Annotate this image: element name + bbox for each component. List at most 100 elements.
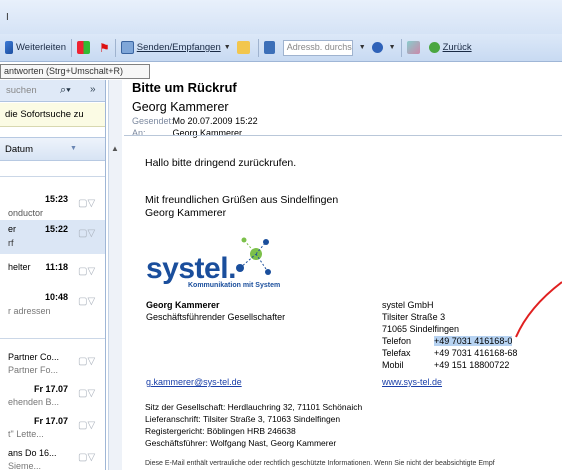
sig-city: 71065 Sindelfingen — [382, 324, 460, 334]
mail-sender: ans Do 16... — [8, 448, 57, 458]
address-book-icon — [263, 41, 275, 54]
to-value[interactable]: Georg Kammerer — [173, 128, 243, 138]
toolbar-separator — [400, 38, 402, 57]
scroll-up-icon[interactable]: ▲ — [111, 144, 119, 153]
list-scrollbar[interactable]: ▲ — [108, 80, 122, 470]
follow-up-flag-icon[interactable]: ▢▽ — [78, 228, 95, 239]
addin-button[interactable] — [404, 37, 426, 59]
list-item[interactable]: Fr 17.07 t" Lette... ▢▽ — [0, 414, 105, 444]
mail-time: Fr 17.07 — [33, 384, 68, 394]
back-button[interactable]: Zurück — [426, 37, 475, 59]
follow-up-flag-icon[interactable]: ▢▽ — [78, 198, 95, 209]
instant-search-bar: suchen ⌕▾ » — [0, 80, 105, 102]
chevron-down-icon: ▼ — [388, 44, 396, 51]
addin-icon — [406, 41, 420, 54]
main-toolbar: Weiterleiten ⚑ Senden/Empfangen ▼ Adress… — [0, 34, 562, 62]
sent-value: Mo 20.07.2009 15:22 — [172, 116, 258, 126]
list-item[interactable]: 10:48 r adressen ▢▽ — [0, 288, 105, 324]
red-flag-icon: ⚑ — [99, 40, 110, 55]
to-label: An: — [132, 128, 146, 138]
chevron-down-icon: ▼ — [358, 44, 366, 51]
mail-sender: Partner Co... — [8, 352, 60, 362]
categories-icon — [77, 41, 90, 54]
address-search-dropdown[interactable]: ▼ — [353, 37, 369, 59]
sig-phone-value[interactable]: +49 7031 416168-0 — [434, 336, 513, 346]
follow-up-flag-icon[interactable]: ▢▽ — [78, 388, 95, 399]
search-icon[interactable]: ⌕▾ — [60, 84, 71, 97]
list-item-selected[interactable]: er 15:22 rf ▢▽ — [0, 220, 105, 254]
message-list-pane: suchen ⌕▾ » die Sofortsuche zu Datum ▼ 1… — [0, 80, 106, 470]
mail-preview: onductor — [8, 208, 44, 218]
expand-query-builder-icon[interactable]: » — [90, 84, 96, 95]
column-date-label: Datum — [5, 144, 33, 155]
follow-up-flag-button[interactable]: ⚑ — [96, 37, 113, 59]
sig-fax-value: +49 7031 416168-68 — [434, 348, 518, 358]
help-icon — [371, 42, 383, 53]
instant-search-input[interactable]: suchen — [6, 85, 37, 96]
mail-time: 15:23 — [44, 194, 68, 204]
follow-up-flag-icon[interactable]: ▢▽ — [78, 296, 95, 307]
closing-name: Georg Kammerer — [145, 207, 227, 219]
sig-email-link[interactable]: g.kammerer@sys-tel.de — [146, 377, 242, 387]
list-item[interactable]: helter 11:18 ▢▽ — [0, 260, 105, 286]
group-divider — [0, 338, 105, 339]
legal-delivery: Lieferanschrift: Tilsiter Straße 3, 7106… — [145, 414, 341, 424]
send-receive-button[interactable]: Senden/Empfangen ▼ — [118, 37, 234, 59]
mail-preview: ehenden B... — [8, 397, 60, 407]
systel-logo-claim: Kommunikation mit System — [188, 282, 281, 289]
sig-name: Georg Kammerer — [146, 300, 220, 310]
sig-street: Tilsiter Straße 3 — [382, 312, 446, 322]
disclaimer-text: Diese E-Mail enthält vertrauliche oder r… — [145, 460, 495, 467]
mail-preview: Sieme... — [8, 461, 42, 470]
sig-company: systel GmbH — [382, 300, 434, 310]
group-divider — [0, 176, 105, 177]
top-toolbar: I — [0, 0, 562, 34]
sent-label: Gesendet: — [132, 116, 174, 126]
categorize-button[interactable] — [74, 37, 96, 59]
instant-search-notice[interactable]: die Sofortsuche zu — [0, 103, 105, 127]
toolbar-separator — [114, 38, 116, 57]
back-arrow-icon — [428, 42, 440, 53]
follow-up-flag-icon[interactable]: ▢▽ — [78, 452, 95, 463]
address-book-button[interactable] — [261, 37, 281, 59]
mail-preview: Partner Fo... — [8, 365, 59, 375]
mail-time: Fr 17.07 — [33, 416, 68, 426]
text-cursor-icon: I — [6, 12, 9, 23]
mail-sender-name[interactable]: Georg Kammerer — [132, 100, 229, 114]
reply-all-tooltip: antworten (Strg+Umschalt+R) — [0, 64, 150, 79]
send-receive-label: Senden/Empfangen — [136, 42, 221, 53]
folder-icon — [236, 41, 250, 54]
systel-logo-wordmark: systel. — [146, 252, 236, 285]
forward-button[interactable]: Weiterleiten — [2, 37, 69, 59]
follow-up-flag-icon[interactable]: ▢▽ — [78, 420, 95, 431]
to-row: An: Georg Kammerer — [132, 128, 242, 138]
forward-arrow-icon — [5, 41, 13, 54]
mail-time: 11:18 — [45, 262, 68, 272]
follow-up-flag-icon[interactable]: ▢▽ — [78, 356, 95, 367]
list-item[interactable]: ans Do 16... Sieme... ▢▽ — [0, 446, 105, 470]
folder-button[interactable] — [234, 37, 256, 59]
follow-up-flag-icon[interactable]: ▢▽ — [78, 266, 95, 277]
sig-web-link[interactable]: www.sys-tel.de — [382, 377, 442, 387]
sig-mobile-label: Mobil — [382, 360, 404, 370]
legal-register: Registergericht: Böblingen HRB 246638 — [145, 426, 296, 436]
sig-phone-label: Telefon — [382, 336, 412, 346]
header-divider — [124, 135, 562, 136]
toolbar-separator — [257, 38, 259, 57]
mail-time: 10:48 — [44, 292, 68, 302]
legal-seat: Sitz der Gesellschaft: Herdlauchring 32,… — [145, 402, 363, 412]
sig-title: Geschäftsführender Gesellschafter — [146, 312, 286, 322]
column-header-date[interactable]: Datum ▼ — [0, 137, 105, 161]
sig-mobile-value: +49 151 18800722 — [434, 360, 510, 370]
send-receive-icon — [120, 41, 134, 54]
list-item[interactable]: Fr 17.07 ehenden B... ▢▽ — [0, 382, 105, 412]
chevron-down-icon: ▼ — [223, 44, 231, 51]
list-item[interactable]: Partner Co... Partner Fo... ▢▽ — [0, 350, 105, 380]
atom-logo-icon — [236, 237, 271, 275]
sort-chevron-icon: ▼ — [70, 145, 77, 152]
address-book-search-input[interactable]: Adressb. durchsuchen — [282, 39, 353, 56]
mail-time: 15:22 — [44, 224, 68, 234]
help-button[interactable]: ▼ — [369, 37, 399, 59]
mail-preview: t" Lette... — [8, 429, 44, 439]
reading-pane: Bitte um Rückruf Georg Kammerer Gesendet… — [124, 62, 562, 470]
